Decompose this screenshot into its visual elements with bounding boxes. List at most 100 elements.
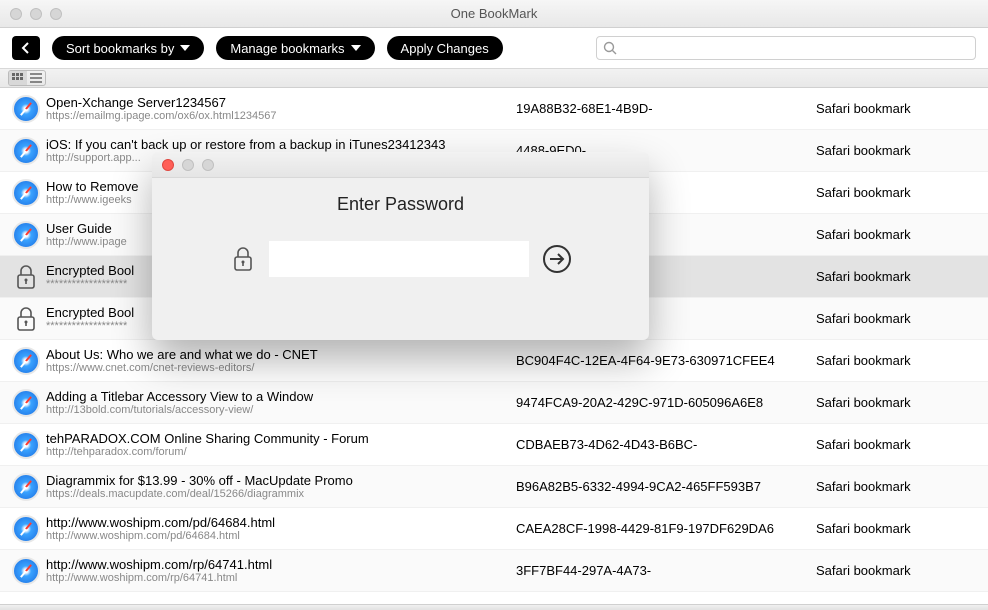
dialog-titlebar <box>152 152 649 178</box>
safari-icon <box>12 221 40 249</box>
bookmark-id: BC904F4C-12EA-4F64-9E73-630971CFEE4 <box>516 353 816 368</box>
dialog-body: Enter Password <box>152 178 649 277</box>
bookmark-source: Safari bookmark <box>816 269 988 284</box>
bookmark-title: iOS: If you can't back up or restore fro… <box>46 137 508 152</box>
window-footer <box>0 604 988 610</box>
safari-icon <box>12 557 40 585</box>
triangle-down-icon <box>351 45 361 51</box>
bookmark-source: Safari bookmark <box>816 185 988 200</box>
lock-icon <box>231 245 255 273</box>
row-icon <box>6 389 46 417</box>
safari-icon <box>12 347 40 375</box>
bookmark-source: Safari bookmark <box>816 521 988 536</box>
password-input[interactable] <box>269 241 529 277</box>
row-icon <box>6 263 46 291</box>
safari-icon <box>12 179 40 207</box>
lock-icon <box>14 263 38 291</box>
bookmark-main: tehPARADOX.COM Online Sharing Community … <box>46 431 516 458</box>
bookmark-title: About Us: Who we are and what we do - CN… <box>46 347 508 362</box>
bookmark-row[interactable]: Open-Xchange Server1234567https://emailm… <box>0 88 988 130</box>
bookmark-source: Safari bookmark <box>816 353 988 368</box>
sort-bookmarks-dropdown[interactable]: Sort bookmarks by <box>52 36 204 60</box>
bookmark-id: CAEA28CF-1998-4429-81F9-197DF629DA6 <box>516 521 816 536</box>
row-icon <box>6 347 46 375</box>
bookmark-row[interactable]: About Us: Who we are and what we do - CN… <box>0 340 988 382</box>
bookmark-source: Safari bookmark <box>816 227 988 242</box>
bookmark-source: Safari bookmark <box>816 311 988 326</box>
back-button[interactable] <box>12 36 40 60</box>
close-window-button[interactable] <box>10 8 22 20</box>
bookmark-id: CDBAEB73-4D62-4D43-B6BC- <box>516 437 816 452</box>
bookmark-row[interactable]: Diagrammix for $13.99 - 30% off - MacUpd… <box>0 466 988 508</box>
bookmark-title: tehPARADOX.COM Online Sharing Community … <box>46 431 508 446</box>
bookmark-url: http://13bold.com/tutorials/accessory-vi… <box>46 404 508 416</box>
dialog-zoom-button <box>202 159 214 171</box>
bookmark-main: Open-Xchange Server1234567https://emailm… <box>46 95 516 122</box>
submit-password-button[interactable] <box>543 245 571 273</box>
minimize-window-button[interactable] <box>30 8 42 20</box>
bookmark-title: Diagrammix for $13.99 - 30% off - MacUpd… <box>46 473 508 488</box>
view-toggle <box>8 70 46 86</box>
chevron-left-icon <box>21 42 31 54</box>
safari-icon <box>12 389 40 417</box>
bookmark-row[interactable]: tehPARADOX.COM Online Sharing Community … <box>0 424 988 466</box>
dialog-minimize-button <box>182 159 194 171</box>
grid-view-button[interactable] <box>9 71 27 85</box>
bookmark-source: Safari bookmark <box>816 563 988 578</box>
bookmark-url: http://www.woshipm.com/rp/64741.html <box>46 572 508 584</box>
bookmark-source: Safari bookmark <box>816 143 988 158</box>
password-field[interactable] <box>269 241 529 277</box>
row-icon <box>6 557 46 585</box>
sort-label: Sort bookmarks by <box>66 41 174 56</box>
dialog-close-button[interactable] <box>162 159 174 171</box>
bookmark-main: http://www.woshipm.com/pd/64684.htmlhttp… <box>46 515 516 542</box>
safari-icon <box>12 137 40 165</box>
bookmark-row[interactable]: http://www.woshipm.com/rp/64741.htmlhttp… <box>0 550 988 592</box>
row-icon <box>6 515 46 543</box>
bookmark-main: Diagrammix for $13.99 - 30% off - MacUpd… <box>46 473 516 500</box>
arrow-right-icon <box>549 253 565 265</box>
row-icon <box>6 179 46 207</box>
bookmark-row[interactable]: Adding a Titlebar Accessory View to a Wi… <box>0 382 988 424</box>
safari-icon <box>12 515 40 543</box>
safari-icon <box>12 473 40 501</box>
apply-label: Apply Changes <box>401 41 489 56</box>
list-icon <box>30 73 42 83</box>
bookmark-source: Safari bookmark <box>816 479 988 494</box>
manage-bookmarks-dropdown[interactable]: Manage bookmarks <box>216 36 374 60</box>
bookmark-id: 9474FCA9-20A2-429C-971D-605096A6E8 <box>516 395 816 410</box>
row-icon <box>6 221 46 249</box>
bookmark-url: http://tehparadox.com/forum/ <box>46 446 508 458</box>
search-icon <box>603 41 617 55</box>
bookmark-main: Adding a Titlebar Accessory View to a Wi… <box>46 389 516 416</box>
row-icon <box>6 431 46 459</box>
bookmark-title: Adding a Titlebar Accessory View to a Wi… <box>46 389 508 404</box>
bookmark-source: Safari bookmark <box>816 101 988 116</box>
safari-icon <box>12 95 40 123</box>
window-title: One BookMark <box>0 6 988 21</box>
bookmark-url: http://www.woshipm.com/pd/64684.html <box>46 530 508 542</box>
bookmark-source: Safari bookmark <box>816 437 988 452</box>
bookmark-url: https://emailmg.ipage.com/ox6/ox.html123… <box>46 110 508 122</box>
bookmark-source: Safari bookmark <box>816 395 988 410</box>
bookmark-title: http://www.woshipm.com/rp/64741.html <box>46 557 508 572</box>
grid-icon <box>12 73 24 83</box>
bookmark-row[interactable]: http://www.woshipm.com/pd/64684.htmlhttp… <box>0 508 988 550</box>
list-view-button[interactable] <box>27 71 45 85</box>
view-toolbar <box>0 68 988 88</box>
bookmark-title: Open-Xchange Server1234567 <box>46 95 508 110</box>
dialog-title: Enter Password <box>337 194 464 215</box>
bookmark-id: B96A82B5-6332-4994-9CA2-465FF593B7 <box>516 479 816 494</box>
password-dialog: Enter Password <box>152 152 649 340</box>
lock-icon <box>14 305 38 333</box>
search-input[interactable] <box>621 41 969 56</box>
safari-icon <box>12 431 40 459</box>
bookmark-main: http://www.woshipm.com/rp/64741.htmlhttp… <box>46 557 516 584</box>
bookmark-title: http://www.woshipm.com/pd/64684.html <box>46 515 508 530</box>
search-field[interactable] <box>596 36 976 60</box>
zoom-window-button[interactable] <box>50 8 62 20</box>
bookmark-url: https://www.cnet.com/cnet-reviews-editor… <box>46 362 508 374</box>
apply-changes-button[interactable]: Apply Changes <box>387 36 503 60</box>
row-icon <box>6 95 46 123</box>
manage-label: Manage bookmarks <box>230 41 344 56</box>
